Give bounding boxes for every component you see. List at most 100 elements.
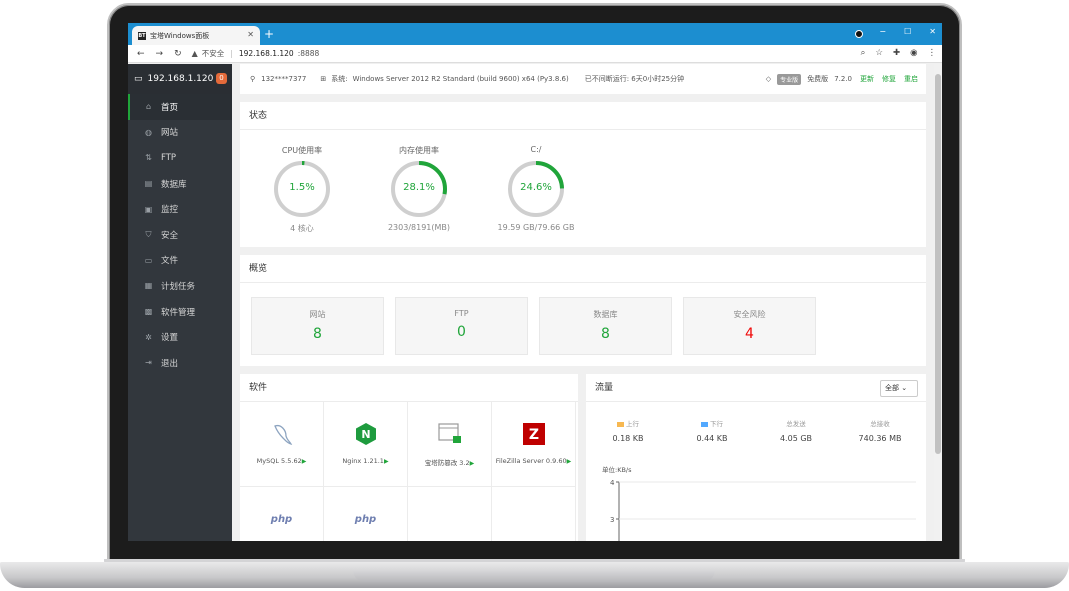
gauge-sub: 4 核心 xyxy=(290,224,314,233)
panel-actions: 更新 修复 重启 xyxy=(860,74,918,84)
restart-link[interactable]: 重启 xyxy=(904,74,918,84)
zoom-icon[interactable]: ⌕ xyxy=(861,48,866,58)
status-panel: 状态 CPU使用率 1.5% 4 核心 内存使用率 28.1% 2303/8191(MB)… xyxy=(240,102,926,247)
maximize-button[interactable]: ☐ xyxy=(904,27,911,36)
sidebar-item-0[interactable]: ⌂ 首页 xyxy=(128,94,232,120)
overview-card-3[interactable]: 安全风险 4 xyxy=(683,297,816,355)
status-title: 状态 xyxy=(240,102,926,130)
traffic-stat-value: 740.36 MB xyxy=(858,434,902,443)
sidebar-item-label: FTP xyxy=(161,152,177,163)
home-icon: ⌂ xyxy=(145,102,152,112)
apps-icon: ▩ xyxy=(144,307,153,317)
sidebar-item-8[interactable]: ▩ 软件管理 xyxy=(128,299,232,325)
traffic-chart: 4 3 xyxy=(610,479,916,541)
svg-text:N: N xyxy=(361,428,370,441)
bt-favicon-icon: BT xyxy=(138,31,146,40)
traffic-filter-select[interactable]: 全部 ⌄ xyxy=(880,380,918,397)
traffic-stat-2: 总发送 4.05 GB xyxy=(756,418,836,443)
y-tick-label-4: 4 xyxy=(610,479,615,487)
traffic-stat-value: 0.44 KB xyxy=(696,434,728,443)
profile-icon[interactable]: ◉ xyxy=(910,48,917,58)
repair-link[interactable]: 修复 xyxy=(882,74,896,84)
browser-tab[interactable]: BT 宝塔Windows面板 ✕ xyxy=(132,26,260,45)
sidebar-item-3[interactable]: ▤ 数据库 xyxy=(128,171,232,197)
system-info: ⊞ 系统: Windows Server 2012 R2 Standard (b… xyxy=(320,74,568,84)
scroll-thumb[interactable] xyxy=(935,74,941,454)
pro-tag[interactable]: 专业版 xyxy=(777,73,802,85)
gauge-1[interactable]: 内存使用率 28.1% 2303/8191(MB) xyxy=(369,145,469,232)
gear-icon: ✲ xyxy=(145,332,152,342)
y-tick-label-3: 3 xyxy=(610,516,614,524)
sidebar-item-7[interactable]: ▦ 计划任务 xyxy=(128,273,232,299)
traffic-stat-label: 总接收 xyxy=(870,420,890,428)
forward-arrow-icon[interactable]: → xyxy=(156,49,164,59)
gauge-sub: 2303/8191(MB) xyxy=(387,223,451,232)
star-icon[interactable]: ☆ xyxy=(875,48,883,58)
browser-actions: ⌕ ☆ ✚ ◉ ⋮ xyxy=(861,48,936,58)
overview-card-1[interactable]: FTP 0 xyxy=(395,297,528,355)
sidebar-item-10[interactable]: ⇥ 退出 xyxy=(128,350,232,376)
gauge-label: CPU使用率 xyxy=(281,146,323,155)
sidebar-item-label: 文件 xyxy=(161,256,179,267)
sidebar-item-2[interactable]: ⇅ FTP xyxy=(128,145,232,171)
back-arrow-icon[interactable]: ← xyxy=(137,49,145,59)
sidebar-item-label: 网站 xyxy=(161,128,179,139)
overview-card-2[interactable]: 数据库 8 xyxy=(539,297,672,355)
overview-card-0[interactable]: 网站 8 xyxy=(251,297,384,355)
sidebar-item-6[interactable]: ▭ 文件 xyxy=(128,248,232,274)
logout-icon: ⇥ xyxy=(145,358,152,368)
record-icon[interactable] xyxy=(855,30,863,38)
sidebar-item-9[interactable]: ✲ 设置 xyxy=(128,324,232,350)
globe-icon: ◍ xyxy=(145,127,152,137)
user-icon: ⚲ xyxy=(250,75,256,83)
traffic-stat-label: 总发送 xyxy=(786,420,806,428)
extensions-icon[interactable]: ✚ xyxy=(893,48,900,58)
sidebar-item-label: 安全 xyxy=(161,230,179,241)
traffic-stat-0: 上行 0.18 KB xyxy=(588,418,668,443)
sidebar-item-5[interactable]: ⛉ 安全 xyxy=(128,222,232,248)
gauge-0[interactable]: CPU使用率 1.5% 4 核心 xyxy=(252,145,352,234)
software-item-4[interactable]: php xyxy=(240,487,324,541)
menu-icon[interactable]: ⋮ xyxy=(928,48,937,58)
software-item-3[interactable]: Z FileZilla Server 0.9.60▶ xyxy=(492,402,576,487)
software-item-1[interactable]: N Nginx 1.21.1▶ xyxy=(324,402,408,487)
minimize-button[interactable]: − xyxy=(879,27,886,36)
page-scrollbar[interactable] xyxy=(934,64,942,541)
new-tab-button[interactable]: + xyxy=(264,27,274,41)
tab-close-icon[interactable]: ✕ xyxy=(247,30,254,39)
software-empty-cell xyxy=(408,487,492,541)
sidebar-item-1[interactable]: ◍ 网站 xyxy=(128,120,232,146)
user-info: ⚲ 132****7377 xyxy=(250,75,306,83)
sidebar-item-label: 设置 xyxy=(161,333,179,344)
gauge-value: 24.6% xyxy=(520,182,552,193)
overview-panel: 概览 网站 8 FTP 0 数据库 8 安全风险 4 xyxy=(240,255,926,366)
overview-card-value: 8 xyxy=(313,326,322,342)
software-item-0[interactable]: MySQL 5.5.62▶ xyxy=(240,402,324,487)
warning-icon[interactable]: ▲ xyxy=(192,49,198,58)
message-badge[interactable]: 0 xyxy=(216,73,227,84)
update-link[interactable]: 更新 xyxy=(860,74,874,84)
play-icon[interactable]: ▶ xyxy=(567,458,572,465)
play-icon[interactable]: ▶ xyxy=(384,458,389,465)
overview-card-value: 8 xyxy=(601,326,610,342)
url-field[interactable]: ▲ 不安全 | 192.168.1.120:8888 xyxy=(192,48,320,59)
traffic-unit: 单位:KB/s xyxy=(602,466,632,474)
reload-icon[interactable]: ↻ xyxy=(174,49,182,59)
software-name: Nginx 1.21.1▶ xyxy=(342,457,389,465)
play-icon[interactable]: ▶ xyxy=(302,458,307,465)
software-title: 软件 xyxy=(240,374,578,402)
software-item-2[interactable]: 宝塔防篡改 3.2▶ xyxy=(408,402,492,487)
sidebar-item-4[interactable]: ▣ 监控 xyxy=(128,196,232,222)
software-empty-cell xyxy=(492,487,576,541)
sidebar: ▭ 192.168.1.120 0 ⌂ 首页 ◍ 网站 ⇅ FTP ▤ 数据库 ▣ 监控 ⛉ 安全 ▭ 文… xyxy=(128,64,232,541)
play-icon[interactable]: ▶ xyxy=(470,460,475,467)
software-item-5[interactable]: php xyxy=(324,487,408,541)
gauge-2[interactable]: C:/ 24.6% 19.59 GB/79.66 GB xyxy=(486,145,586,232)
user-account[interactable]: 132****7377 xyxy=(261,75,306,83)
php-logo-icon: php xyxy=(354,513,377,525)
shield-icon: ⛉ xyxy=(145,229,152,239)
software-panel: 软件 MySQL 5.5.62▶ N Nginx 1.21.1▶ 宝塔防篡改 3.2▶… xyxy=(240,374,578,541)
close-window-button[interactable]: ✕ xyxy=(929,27,936,36)
overview-card-value: 0 xyxy=(457,324,466,340)
laptop-notch xyxy=(353,570,715,582)
